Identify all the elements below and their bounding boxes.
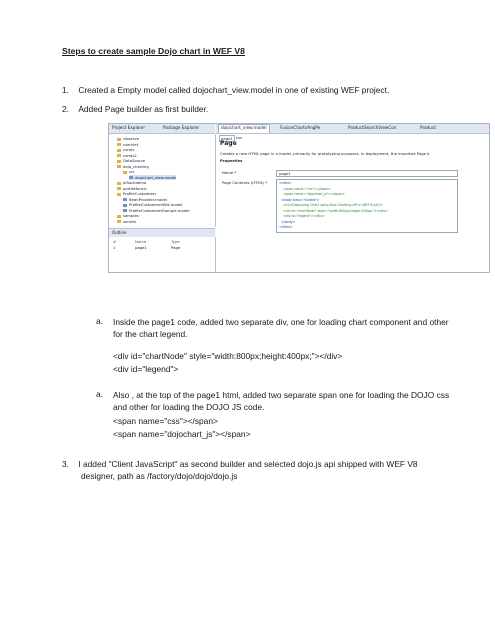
code-line: <html> [279,181,292,185]
model-file-icon [123,209,127,212]
code-line: </html> [279,225,293,229]
step-1: 1. Created a Empty model called dojochar… [62,84,389,96]
folder-icon [117,154,121,157]
code-line: <div id="chartNode" style="width:800px;h… [113,351,343,361]
folder-icon [117,181,121,185]
tree-item[interactable]: ProfileCustomizerSample.model [123,208,190,213]
outline-col-type: Type [171,239,180,244]
code-line: <span name="dojochart_js"></span> [283,192,345,196]
folder-icon [117,159,121,163]
page-builder-editor: page1 css Page Creates a new HTML page i… [216,134,489,272]
page-contents-label: Page Contents (HTML) * [222,180,268,185]
document-page: Steps to create sample Dojo chart in WEF… [0,0,495,640]
step-number: 3. [62,459,69,469]
editor-heading: Page [220,140,237,147]
step-2: 2. Added Page builder as first builder. [62,103,208,115]
tab-productsearch[interactable]: ProductSearchViewCon [348,125,396,130]
tree-item[interactable]: portletforms [117,186,147,191]
folder-icon [117,137,121,141]
folder-icon [117,214,121,218]
code-line: <body class="tundra"> [281,197,320,202]
code-line: <span name="dojochart_js"></span> [113,428,251,439]
substep-line: and other for loading the DOJO JS code. [113,402,265,412]
code-block: <div id="chartNode" style="width:800px;h… [113,350,342,375]
code-line: <div id="legend"></div> [283,214,325,218]
folder-icon [117,165,121,168]
substep-line: Inside the page1 code, added two separat… [113,317,449,327]
tab-project-explorer[interactable]: Project Explorer [112,125,145,130]
document-title: Steps to create sample Dojo chart in WEF… [62,46,245,56]
tree-item[interactable]: dojo_charting [117,164,149,169]
code-line: <div id="chartNode" style="width:800px;h… [283,208,388,213]
substep-marker: a. [96,389,103,399]
tree-item[interactable]: piSockdemo [117,180,146,185]
name-field[interactable]: page1 [276,170,458,177]
step-text: Added Page builder as first builder. [78,104,209,114]
folder-icon [117,148,121,152]
folder-icon [123,170,127,174]
properties-label: Properties [220,158,243,163]
tree-item[interactable]: BeanProvider.model [123,197,167,202]
left-tab-bar: Project Explorer Package Explorer [109,124,215,134]
substep-line: for the chart legend. [113,329,188,339]
code-line: <h2>Displaying Chart using Dojo Charting… [283,203,383,207]
tree-item[interactable]: cibserve [117,136,139,141]
folder-icon [117,187,121,190]
tree-item[interactable]: src [123,169,135,174]
folder-icon [117,143,121,146]
tab-dojochart-view-model[interactable]: dojochart_view.model [218,124,270,133]
tree-item[interactable]: servlet [117,219,136,224]
tree-item[interactable]: ProfileCustomizerWid.model [123,202,182,207]
editor-tab-bar: dojochart_view.model FusionChartsAngPe P… [216,124,489,134]
model-file-icon [123,203,127,207]
tab-fusioncharts[interactable]: FusionChartsAngPe [280,125,320,130]
step-number: 1. [62,85,69,95]
editor-description: Creates a new HTML page in a model, prim… [220,151,430,156]
page-contents-editor[interactable]: <html> <span name="css"></span> <span na… [276,179,458,233]
step-text: I added "Client JavaScript" as second bu… [78,459,418,469]
project-tree: cibserve cservlet corejs corejs2 DataSou… [109,134,216,227]
code-line: <span name="css"></span> [113,416,218,426]
code-line: <div id="legend"> [113,363,179,374]
step-text-continued: designer, path as /factory/dojo/dojo/doj… [81,471,238,481]
substep-text: Also , at the top of the page1 html, add… [113,389,449,413]
outline-title: Outline [112,230,127,235]
folder-icon [117,192,121,196]
subtab-css[interactable]: css [236,135,242,140]
model-file-icon [129,176,133,179]
code-line: <span name="css"></span> [283,186,331,191]
tab-product[interactable]: Product [420,125,436,130]
tree-item[interactable]: DataSource [117,158,145,163]
outline-cell[interactable]: page1 [135,245,147,250]
embedded-screenshot: Project Explorer Package Explorer cibser… [108,123,490,273]
tree-item[interactable]: ProfileCustomizer [117,191,156,196]
tree-item[interactable]: corejs [117,147,134,152]
outline-col-num: # [113,239,117,244]
code-line: </body> [281,219,296,224]
step-text: Created a Empty model called dojochart_v… [78,85,390,95]
substep-text: Inside the page1 code, added two separat… [113,316,449,340]
tree-item[interactable]: corejs2 [117,153,137,158]
name-label: Name * [222,170,237,175]
outline-col-name: Name [135,239,147,244]
step-3: 3. I added "Client JavaScript" as second… [62,458,418,482]
model-file-icon [123,198,127,201]
outline-cell[interactable]: Page [171,245,180,250]
tree-item[interactable]: samples [117,213,139,218]
tree-item[interactable]: cservlet [117,142,138,147]
code-block: <span name="css"></span> <span name="doj… [113,415,250,440]
outline-cell[interactable]: 1 [113,245,115,250]
outline-table: # Name Type 1 page1 Page [109,237,216,272]
folder-icon [117,220,121,223]
substep-line: Also , at the top of the page1 html, add… [113,390,450,400]
tree-item-selected[interactable]: dojochart_view.model [129,174,177,180]
step-number: 2. [62,104,69,114]
tab-package-explorer[interactable]: Package Explorer [163,125,199,130]
substep-marker: a. [96,316,103,326]
